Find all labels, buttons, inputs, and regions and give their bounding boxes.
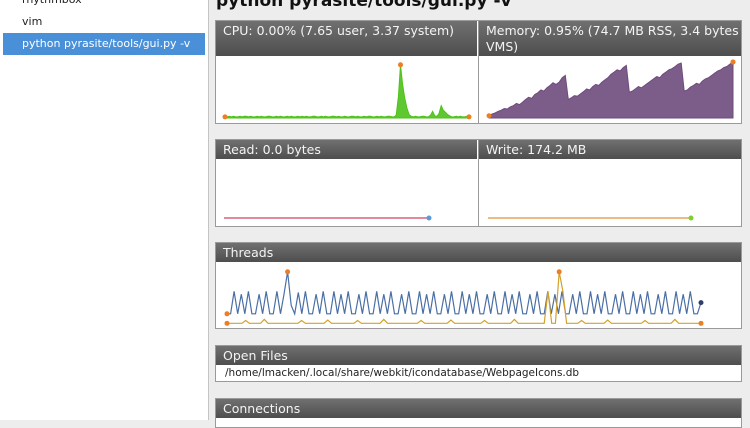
- threads-series-1: [227, 271, 701, 324]
- io-panel: Read: 0.0 bytes Write: 174.2 MB: [215, 139, 742, 227]
- write-header: Write: 174.2 MB: [479, 140, 741, 159]
- memory-last-dot: [730, 59, 736, 65]
- cpu-graph: [222, 62, 472, 120]
- read-graph: [224, 215, 432, 221]
- page-title: python pyrasite/tools/gui.py -v: [216, 0, 512, 11]
- cpu-max-dot: [398, 62, 404, 68]
- threads-panel: Threads: [215, 242, 742, 329]
- process-item-rhythmbox[interactable]: rhythmbox: [0, 0, 208, 11]
- memory-header: Memory: 0.95% (74.7 MB RSS, 3.4 bytes VM…: [479, 21, 741, 56]
- process-item-selected[interactable]: python pyrasite/tools/gui.py -v: [3, 33, 205, 55]
- panel-divider: [478, 21, 479, 123]
- threads-series-0: [227, 271, 702, 316]
- cpu-header: CPU: 0.00% (7.65 user, 3.37 system): [216, 21, 477, 56]
- threads-series-0-first-dot: [224, 311, 230, 317]
- connections-panel: Connections: [215, 398, 742, 428]
- memory-first-dot: [486, 113, 492, 119]
- read-header: Read: 0.0 bytes: [216, 140, 477, 159]
- threads-series-1-first-dot: [224, 320, 230, 326]
- memory-area: [488, 61, 734, 119]
- cpu-first-dot: [222, 114, 228, 120]
- threads-series-1-max-dot: [556, 269, 562, 275]
- process-item-vim[interactable]: vim: [0, 11, 208, 33]
- threads-graph: [224, 269, 704, 326]
- open-file-path[interactable]: /home/lmacken/.local/share/webkit/iconda…: [225, 366, 579, 380]
- threads-series-0-max-dot: [285, 269, 291, 275]
- write-graph: [488, 215, 694, 221]
- cpu-area: [224, 64, 470, 119]
- open-files-panel: Open Files /home/lmacken/.local/share/we…: [215, 345, 742, 382]
- process-list: rhythmbox vim python pyrasite/tools/gui.…: [0, 0, 209, 420]
- threads-series-0-last-dot: [698, 300, 704, 306]
- cpu-last-dot: [466, 114, 472, 120]
- cpu-memory-panel: CPU: 0.00% (7.65 user, 3.37 system) Memo…: [215, 20, 742, 124]
- connections-header: Connections: [216, 399, 741, 418]
- memory-graph: [486, 59, 736, 119]
- open-files-header: Open Files: [216, 346, 741, 365]
- panel-divider: [478, 140, 479, 226]
- threads-header: Threads: [216, 243, 741, 262]
- threads-series-1-last-dot: [698, 320, 704, 326]
